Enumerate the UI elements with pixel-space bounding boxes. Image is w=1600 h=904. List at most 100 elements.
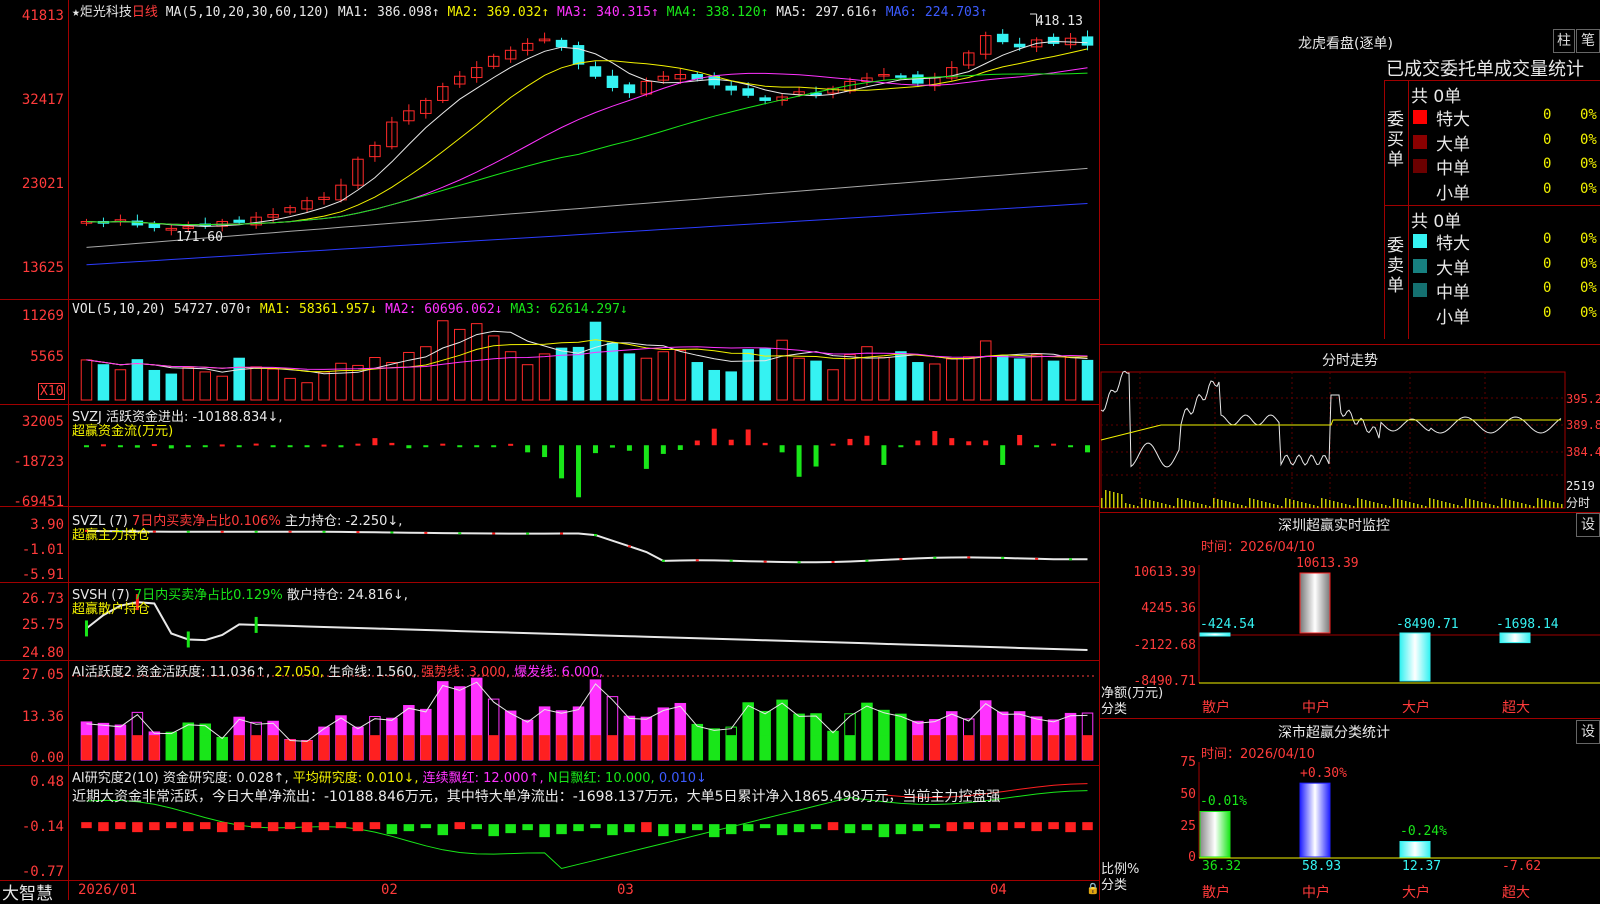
intraday-vol-bar bbox=[1449, 503, 1451, 508]
ai2-axis-label: 27.05 bbox=[21, 667, 64, 683]
period-label[interactable]: 日线 bbox=[132, 5, 158, 20]
research-bar bbox=[369, 822, 381, 830]
flow-bar bbox=[1034, 445, 1040, 448]
vol-ma3: MA3: 62614.297↓ bbox=[510, 302, 628, 317]
intraday-vol-bar bbox=[1177, 498, 1179, 508]
volume-bar bbox=[589, 321, 602, 401]
research-bar bbox=[929, 824, 941, 829]
svsh-axis-label: 24.80 bbox=[21, 645, 64, 661]
intraday-vol-bar bbox=[1453, 504, 1455, 508]
flow-bar bbox=[83, 445, 89, 448]
vol-ma2: MA2: 60696.062↓ bbox=[385, 302, 503, 317]
intraday-vol-bar bbox=[1169, 505, 1171, 508]
volume-bar bbox=[827, 369, 839, 401]
intraday-vol-bar bbox=[1445, 502, 1447, 508]
intraday-vol-bar bbox=[1561, 504, 1563, 508]
intraday-vol-bar bbox=[1521, 503, 1523, 508]
divider bbox=[1099, 718, 1600, 719]
svzl-axis-label: 3.90 bbox=[30, 517, 64, 533]
intraday-vol-bar bbox=[1309, 504, 1311, 508]
monitor-axis-label: -2122.68 bbox=[1133, 638, 1196, 653]
intraday-vol-bar bbox=[1161, 503, 1163, 508]
activity-base bbox=[1014, 735, 1025, 760]
research-bar bbox=[250, 822, 262, 829]
volume-bar bbox=[199, 371, 212, 401]
research-bar bbox=[590, 824, 601, 829]
monitor-value: -1698.14 bbox=[1496, 617, 1559, 632]
intraday-avg bbox=[1100, 419, 1561, 441]
bar-mode-button[interactable]: 柱 bbox=[1553, 29, 1575, 53]
vol-def: VOL(5,10,20) bbox=[72, 302, 166, 317]
intraday-vol-bar bbox=[1473, 500, 1475, 508]
intraday-vol-bar bbox=[1397, 499, 1399, 508]
flow-bar bbox=[440, 443, 446, 446]
lock-icon[interactable]: 🔒 bbox=[1086, 882, 1100, 895]
activity-base bbox=[183, 735, 194, 760]
research-bar bbox=[675, 824, 686, 834]
svzl-tick bbox=[831, 560, 835, 563]
activity-base bbox=[98, 735, 109, 760]
svzl-tick bbox=[865, 559, 869, 562]
intraday-vol-bar bbox=[1533, 506, 1535, 508]
flow-bar bbox=[508, 443, 514, 446]
vol-axis-label: 5565 bbox=[30, 349, 64, 365]
order-qty: 0 bbox=[1543, 156, 1552, 172]
flow-bar bbox=[304, 445, 310, 448]
legend-swatch bbox=[1413, 134, 1427, 149]
divider bbox=[1099, 344, 1600, 345]
svsh-desc: 7日内买卖净占比0.129% bbox=[133, 588, 283, 603]
order-type-label: 大单 bbox=[1436, 134, 1470, 155]
intraday-vol-bar bbox=[1253, 499, 1255, 508]
order-pct: 0% bbox=[1580, 304, 1597, 321]
favorite-star-icon[interactable]: ★ bbox=[72, 5, 80, 20]
monitor-settings-button[interactable]: 设 bbox=[1576, 513, 1600, 537]
intraday-vol-bar bbox=[1329, 500, 1331, 508]
svzl-tick bbox=[356, 531, 360, 534]
order-type-label: 小单 bbox=[1436, 183, 1470, 204]
flow-bar bbox=[491, 445, 497, 448]
research-bar bbox=[573, 824, 584, 832]
flow-bar bbox=[932, 431, 938, 446]
low-marker: 171.60 bbox=[176, 230, 223, 245]
research-bar bbox=[233, 822, 245, 831]
air-v2: 平均研究度: 0.010↓, bbox=[292, 771, 419, 786]
research-bar bbox=[301, 822, 313, 833]
monitor-bar bbox=[1299, 572, 1331, 634]
research-bar bbox=[912, 824, 924, 832]
volume-bar bbox=[284, 377, 296, 401]
svsh-tick bbox=[84, 620, 88, 637]
divider bbox=[0, 765, 1099, 766]
volume-bar bbox=[250, 366, 262, 401]
volume-bar bbox=[182, 367, 195, 401]
tick-mode-button[interactable]: 笔 bbox=[1576, 29, 1600, 53]
monitor-bar bbox=[1399, 632, 1431, 682]
research-bar bbox=[997, 822, 1008, 831]
intraday-vol-bar bbox=[1401, 500, 1403, 508]
activity-base bbox=[725, 735, 737, 760]
classify-settings-button[interactable]: 设 bbox=[1576, 720, 1600, 744]
research-bar bbox=[318, 822, 330, 831]
buy-total: 共 0单 bbox=[1411, 87, 1462, 107]
classify-bar bbox=[1299, 782, 1331, 858]
activity-base bbox=[1048, 735, 1059, 760]
dragon-subtitle: 已成交委托单成交量统计 bbox=[1386, 59, 1584, 80]
monitor-title: 深圳超赢实时监控 bbox=[1278, 518, 1390, 534]
activity-base bbox=[912, 735, 924, 760]
intraday-vol-bar bbox=[1189, 501, 1191, 508]
divider bbox=[0, 880, 1099, 881]
flow-bar bbox=[609, 445, 615, 448]
intraday-vol-bar bbox=[1385, 505, 1387, 508]
activity-base bbox=[658, 735, 669, 760]
research-bar bbox=[115, 822, 126, 830]
price-axis-label: 41813 bbox=[21, 8, 64, 24]
research-bar bbox=[641, 822, 652, 833]
price-header: ★炬光科技日线 MA(5,10,20,30,60,120) MA1: 386.0… bbox=[72, 1, 988, 20]
classify-category: 超大 bbox=[1502, 885, 1530, 901]
activity-base bbox=[1082, 735, 1093, 760]
volume-bar bbox=[742, 349, 754, 401]
monitor-time: 时间：2026/04/10 bbox=[1201, 540, 1315, 555]
flow-bar bbox=[830, 443, 836, 446]
monitor-bar-rect bbox=[1499, 632, 1531, 644]
activity-base bbox=[267, 735, 279, 760]
intraday-vol-bar bbox=[1545, 500, 1547, 508]
